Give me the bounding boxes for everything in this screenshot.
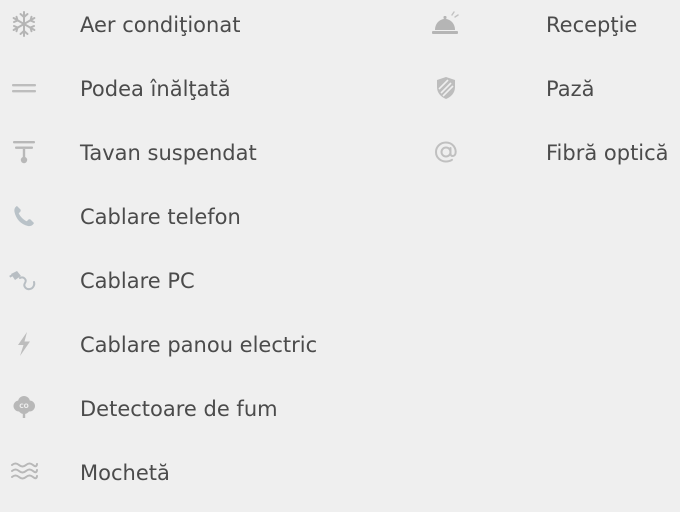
amenities-column-right: Recepţie Pază Fibră optică	[420, 0, 680, 192]
amenity-label: Podea înălţată	[80, 77, 231, 101]
amenity-item: CO Detectoare de fum	[0, 384, 400, 448]
lightning-icon	[8, 328, 40, 360]
amenity-item: Mochetă	[0, 448, 400, 512]
raised-floor-icon	[8, 72, 40, 104]
amenity-item: Fibră optică	[420, 128, 680, 192]
amenity-label: Recepţie	[546, 13, 638, 37]
svg-text:CO: CO	[19, 403, 29, 410]
carpet-icon	[8, 456, 40, 488]
phone-icon	[8, 200, 40, 232]
amenity-label: Cablare panou electric	[80, 333, 318, 357]
amenity-item: Aer condiţionat	[0, 0, 400, 64]
amenity-label: Fibră optică	[546, 141, 669, 165]
reception-bell-icon	[430, 8, 462, 40]
amenities-column-left: Aer condiţionat Podea înălţată Tavan sus…	[0, 0, 400, 512]
amenity-item: Cablare telefon	[0, 192, 400, 256]
amenity-item: Recepţie	[420, 0, 680, 64]
security-shield-icon	[430, 72, 462, 104]
network-cable-icon	[8, 264, 40, 296]
at-sign-icon	[430, 136, 462, 168]
amenity-label: Cablare PC	[80, 269, 195, 293]
amenity-label: Pază	[546, 77, 595, 101]
amenity-label: Cablare telefon	[80, 205, 241, 229]
smoke-detector-icon: CO	[8, 392, 40, 424]
amenity-label: Tavan suspendat	[80, 141, 257, 165]
suspended-ceiling-icon	[8, 136, 40, 168]
amenity-item: Podea înălţată	[0, 64, 400, 128]
amenity-label: Detectoare de fum	[80, 397, 278, 421]
amenities-list: Aer condiţionat Podea înălţată Tavan sus…	[0, 0, 680, 492]
amenity-item: Cablare PC	[0, 256, 400, 320]
amenity-item: Cablare panou electric	[0, 320, 400, 384]
amenity-label: Aer condiţionat	[80, 13, 241, 37]
snowflake-icon	[8, 8, 40, 40]
amenity-item: Tavan suspendat	[0, 128, 400, 192]
amenity-item: Pază	[420, 64, 680, 128]
amenity-label: Mochetă	[80, 461, 170, 485]
